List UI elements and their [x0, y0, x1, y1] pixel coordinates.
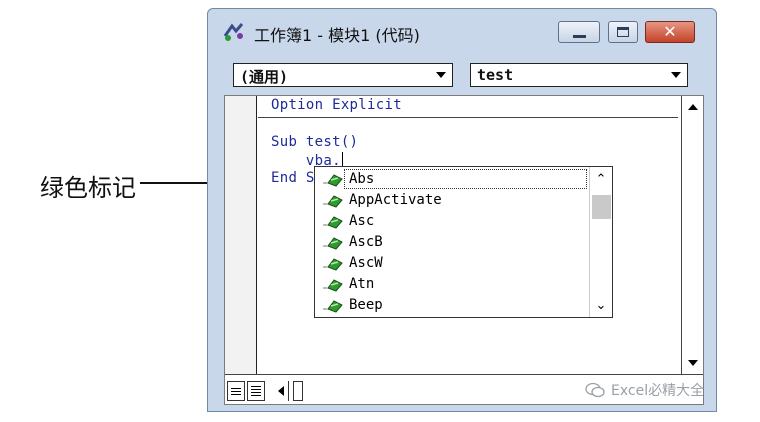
procedure-dropdown-value: test — [477, 66, 514, 84]
watermark: Excel必精大全 — [585, 380, 704, 400]
code-line: Sub test() — [271, 134, 359, 150]
autocomplete-item[interactable]: AppActivate — [315, 190, 587, 211]
autocomplete-item-label: AppActivate — [349, 192, 442, 208]
autocomplete-item-label: Abs — [349, 171, 375, 187]
close-icon: ✕ — [663, 22, 677, 41]
horizontal-scroll-thumb[interactable] — [293, 381, 303, 401]
autocomplete-item[interactable]: Atn — [315, 274, 587, 295]
autocomplete-item[interactable]: Asc — [315, 211, 587, 232]
wechat-icon — [585, 382, 605, 398]
vba-module-icon — [223, 23, 244, 41]
green-method-icon — [323, 258, 343, 271]
green-method-icon — [323, 300, 343, 313]
autocomplete-item[interactable]: Beep — [315, 295, 587, 316]
chevron-up-icon[interactable]: ⌃ — [590, 169, 612, 189]
chevron-down-icon[interactable]: ⌄ — [590, 295, 612, 315]
autocomplete-item-label: Asc — [349, 213, 375, 229]
code-line: End S — [271, 170, 315, 186]
code-vertical-scrollbar[interactable] — [681, 96, 703, 374]
selection-box — [344, 169, 587, 189]
autocomplete-item[interactable]: Abs — [315, 169, 587, 190]
green-method-icon — [323, 279, 343, 292]
green-method-icon — [323, 195, 343, 208]
green-method-icon — [323, 174, 343, 187]
scroll-down-icon[interactable] — [682, 352, 703, 374]
autocomplete-item-label: AscB — [349, 234, 383, 250]
autocomplete-item[interactable]: AscB — [315, 232, 587, 253]
maximize-button[interactable] — [608, 21, 638, 43]
text-caret — [341, 152, 343, 167]
title-bar[interactable]: 工作簿1 - 模块1 (代码) ✕ — [208, 9, 716, 53]
maximize-icon — [617, 27, 629, 37]
procedure-dropdown[interactable]: test — [470, 63, 688, 87]
autocomplete-item[interactable]: AscW — [315, 253, 587, 274]
code-line: Option Explicit — [271, 97, 402, 113]
green-method-icon — [323, 216, 343, 229]
green-method-icon — [323, 237, 343, 250]
procedure-view-button[interactable] — [227, 381, 245, 401]
object-dropdown[interactable]: (通用) — [233, 63, 453, 87]
minimize-icon — [572, 34, 586, 38]
scroll-up-icon[interactable] — [682, 96, 703, 118]
annotation-label: 绿色标记 — [40, 174, 136, 202]
full-module-view-button[interactable] — [247, 381, 265, 401]
object-dropdown-value: (通用) — [240, 68, 289, 86]
autocomplete-item-label: Atn — [349, 276, 375, 292]
margin-indicator-bar[interactable] — [225, 96, 257, 374]
autocomplete-item-label: AscW — [349, 255, 383, 271]
autocomplete-scroll-thumb[interactable] — [592, 195, 611, 219]
chevron-down-icon[interactable] — [667, 66, 685, 84]
autocomplete-scrollbar[interactable]: ⌃ ⌄ — [589, 167, 612, 317]
scroll-left-icon[interactable] — [273, 381, 289, 401]
autocomplete-item-label: Beep — [349, 297, 383, 313]
procedure-separator — [258, 117, 678, 118]
autocomplete-list[interactable]: Abs AppActivate Asc AscB AscW Atn Beep ⌃… — [314, 166, 613, 318]
minimize-button[interactable] — [558, 21, 600, 43]
chevron-down-icon[interactable] — [432, 66, 450, 84]
watermark-text: Excel必精大全 — [611, 383, 705, 399]
close-button[interactable]: ✕ — [645, 21, 695, 43]
window-title: 工作簿1 - 模块1 (代码) — [254, 26, 420, 45]
